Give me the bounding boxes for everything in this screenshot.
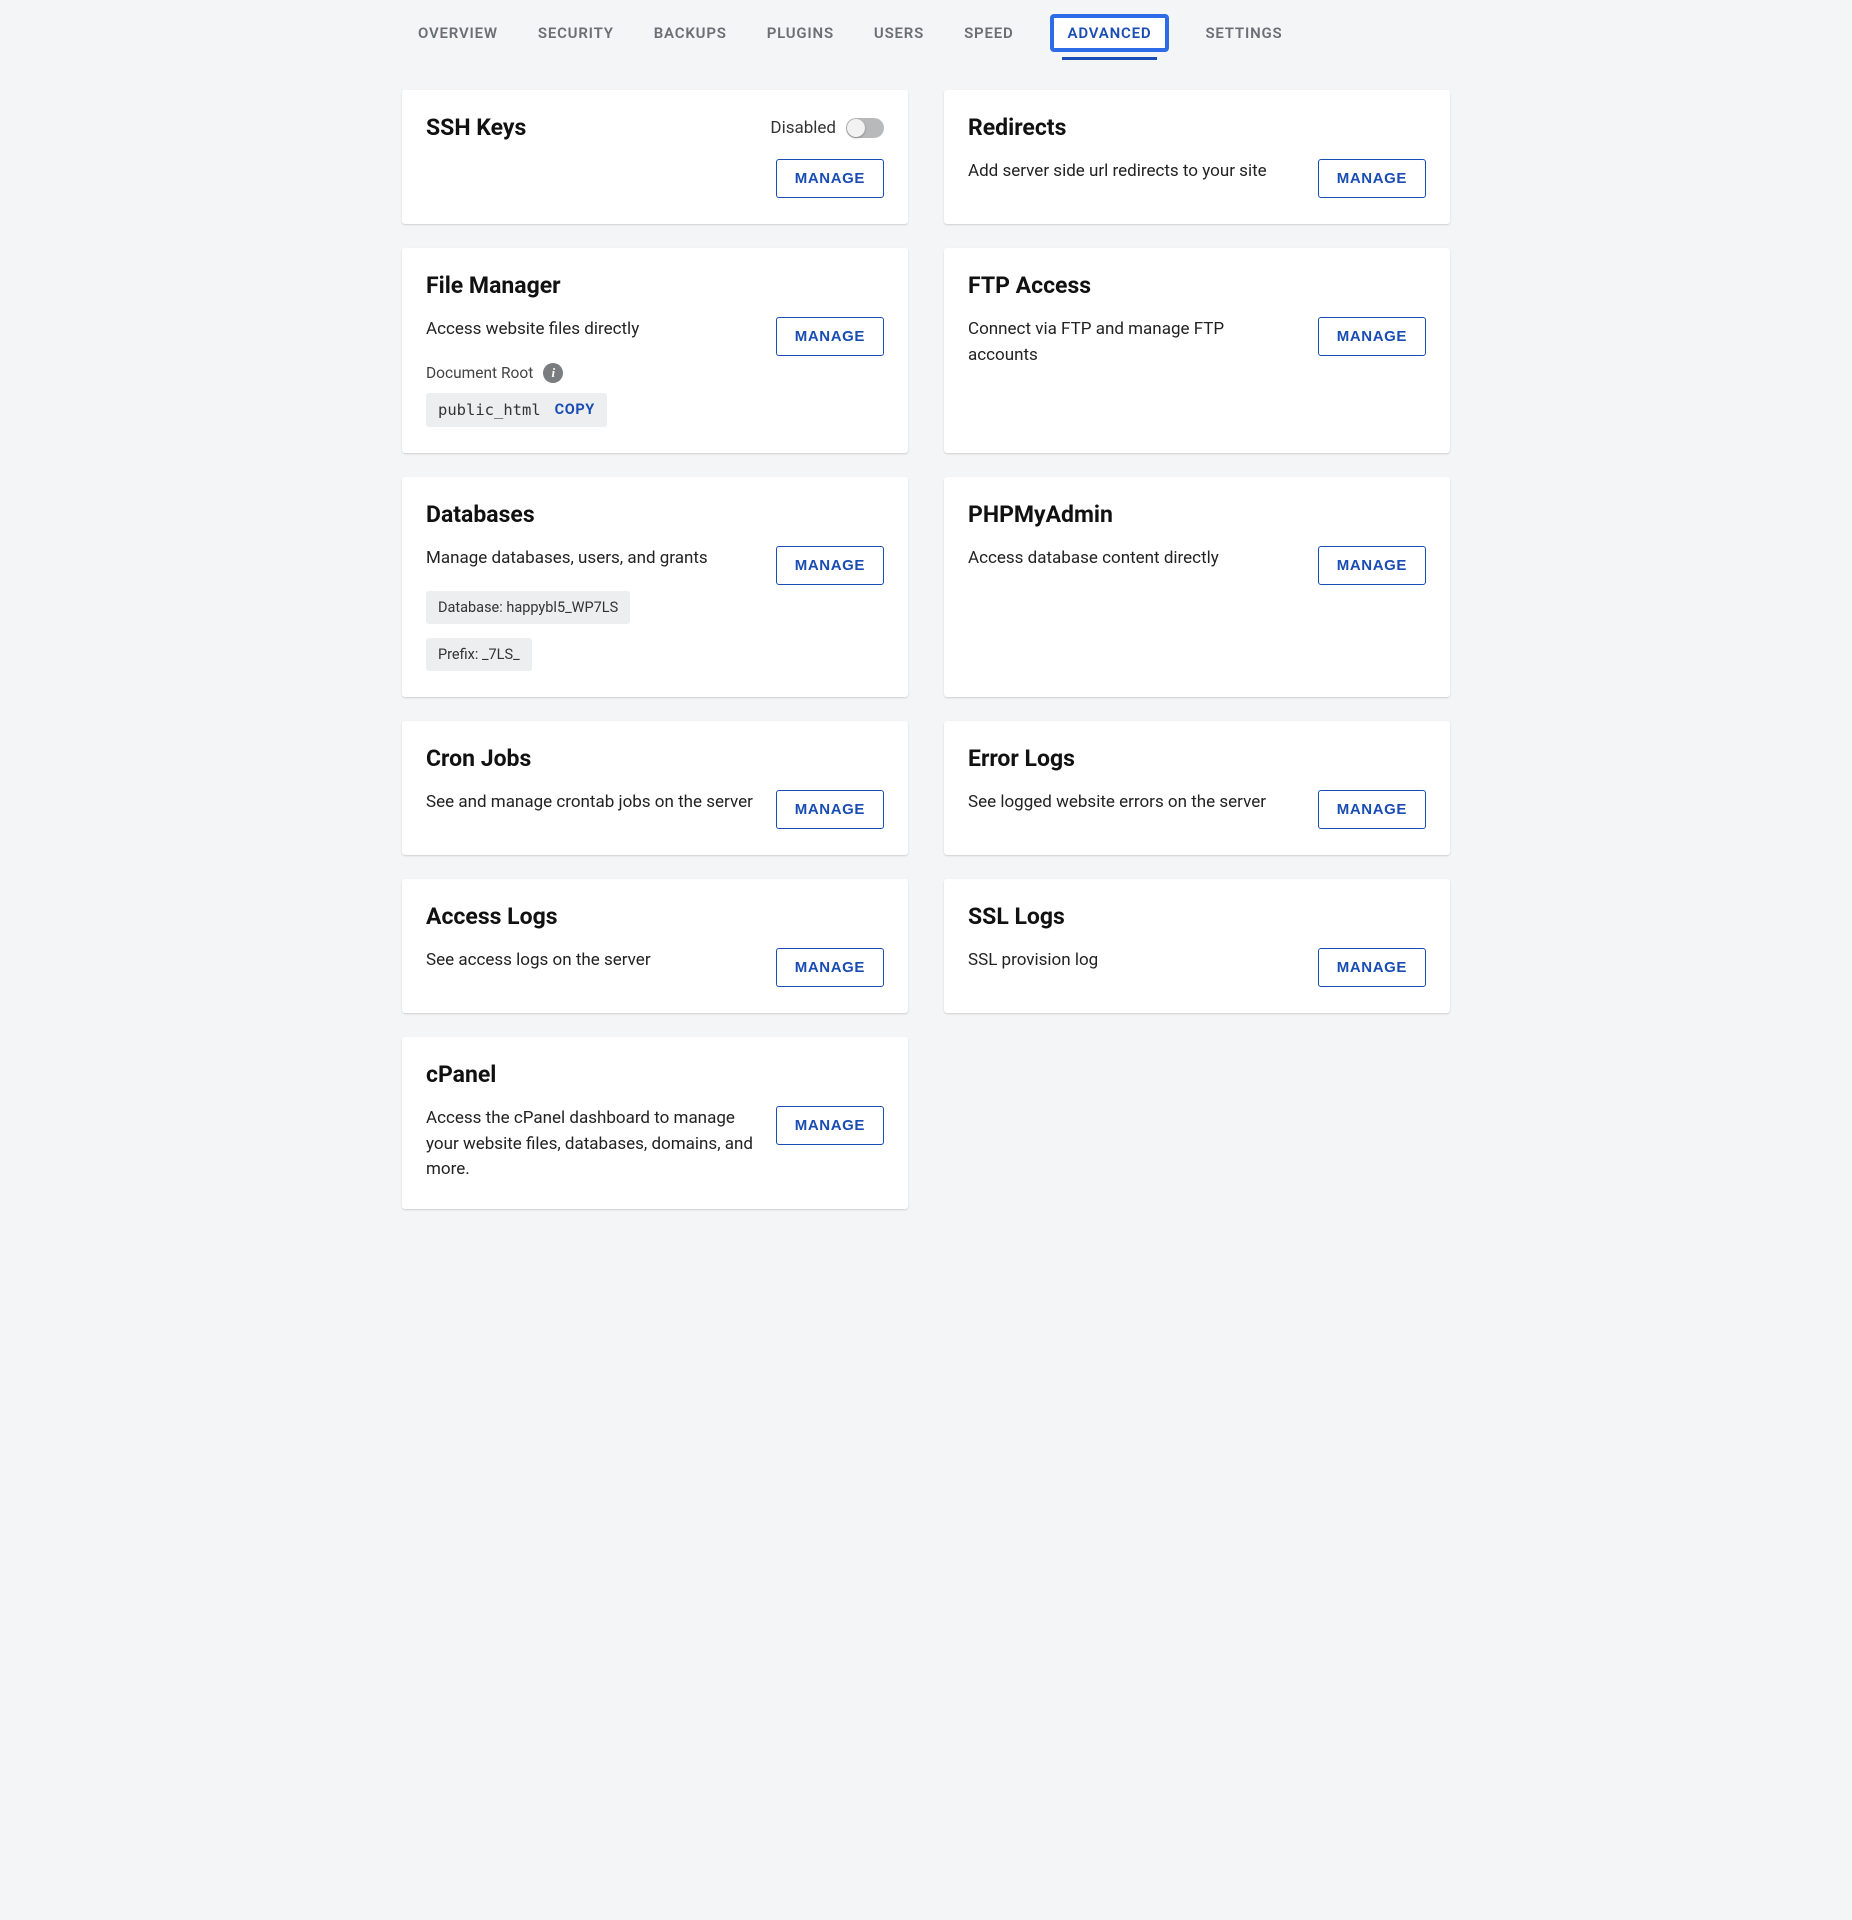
tab-security[interactable]: SECURITY (534, 18, 618, 48)
tab-bar: OVERVIEW SECURITY BACKUPS PLUGINS USERS … (402, 0, 1450, 62)
card-description: Add server side url redirects to your si… (968, 159, 1267, 185)
database-name-chip: Database: happybl5_WP7LS (426, 591, 630, 624)
ssh-toggle[interactable] (846, 118, 884, 138)
card-access-logs: Access Logs See access logs on the serve… (402, 879, 908, 1013)
database-prefix-chip: Prefix: _7LS_ (426, 638, 532, 671)
card-file-manager: File Manager Access website files direct… (402, 248, 908, 453)
card-title: FTP Access (968, 272, 1091, 299)
card-description: See access logs on the server (426, 948, 651, 974)
document-root-value: public_html (438, 401, 541, 419)
card-redirects: Redirects Add server side url redirects … (944, 90, 1450, 224)
phpmyadmin-manage-button[interactable]: MANAGE (1318, 546, 1426, 585)
errorlogs-manage-button[interactable]: MANAGE (1318, 790, 1426, 829)
card-error-logs: Error Logs See logged website errors on … (944, 721, 1450, 855)
copy-button[interactable]: COPY (555, 401, 595, 418)
card-description: Manage databases, users, and grants (426, 546, 756, 572)
card-description: Access database content directly (968, 546, 1219, 572)
cpanel-manage-button[interactable]: MANAGE (776, 1106, 884, 1145)
redirects-manage-button[interactable]: MANAGE (1318, 159, 1426, 198)
card-description: SSL provision log (968, 948, 1098, 974)
accesslogs-manage-button[interactable]: MANAGE (776, 948, 884, 987)
ssh-toggle-label: Disabled (770, 118, 836, 138)
tab-speed[interactable]: SPEED (960, 18, 1017, 48)
card-description: See logged website errors on the server (968, 790, 1266, 816)
ftp-manage-button[interactable]: MANAGE (1318, 317, 1426, 356)
document-root-label: Document Root (426, 364, 533, 382)
card-phpmyadmin: PHPMyAdmin Access database content direc… (944, 477, 1450, 698)
info-icon[interactable]: i (543, 363, 563, 383)
card-title: Redirects (968, 114, 1066, 141)
card-title: cPanel (426, 1061, 496, 1088)
card-title: File Manager (426, 272, 561, 299)
card-databases: Databases Manage databases, users, and g… (402, 477, 908, 698)
databases-manage-button[interactable]: MANAGE (776, 546, 884, 585)
card-title: Databases (426, 501, 535, 528)
cron-manage-button[interactable]: MANAGE (776, 790, 884, 829)
card-title: SSH Keys (426, 114, 526, 141)
ssh-toggle-group: Disabled (770, 118, 884, 138)
card-ssl-logs: SSL Logs SSL provision log MANAGE (944, 879, 1450, 1013)
tab-plugins[interactable]: PLUGINS (763, 18, 838, 48)
card-title: Cron Jobs (426, 745, 531, 772)
card-title: Error Logs (968, 745, 1075, 772)
cards-grid: SSH Keys Disabled MANAGE Redirects Add s… (402, 90, 1450, 1209)
tab-overview[interactable]: OVERVIEW (414, 18, 502, 48)
document-root-pill: public_html COPY (426, 393, 607, 427)
card-title: PHPMyAdmin (968, 501, 1113, 528)
card-ssh-keys: SSH Keys Disabled MANAGE (402, 90, 908, 224)
card-description: See and manage crontab jobs on the serve… (426, 790, 753, 816)
card-ftp-access: FTP Access Connect via FTP and manage FT… (944, 248, 1450, 453)
tab-backups[interactable]: BACKUPS (650, 18, 731, 48)
card-title: Access Logs (426, 903, 558, 930)
card-description: Access the cPanel dashboard to manage yo… (426, 1106, 756, 1183)
card-cron-jobs: Cron Jobs See and manage crontab jobs on… (402, 721, 908, 855)
ssh-manage-button[interactable]: MANAGE (776, 159, 884, 198)
card-description: Connect via FTP and manage FTP accounts (968, 317, 1298, 368)
tab-advanced[interactable]: ADVANCED (1050, 14, 1170, 52)
card-cpanel: cPanel Access the cPanel dashboard to ma… (402, 1037, 908, 1209)
document-root-row: Document Root i (426, 363, 756, 383)
tab-settings[interactable]: SETTINGS (1201, 18, 1286, 48)
card-title: SSL Logs (968, 903, 1065, 930)
filemanager-manage-button[interactable]: MANAGE (776, 317, 884, 356)
ssllogs-manage-button[interactable]: MANAGE (1318, 948, 1426, 987)
tab-users[interactable]: USERS (870, 18, 928, 48)
card-description: Access website files directly (426, 317, 756, 343)
